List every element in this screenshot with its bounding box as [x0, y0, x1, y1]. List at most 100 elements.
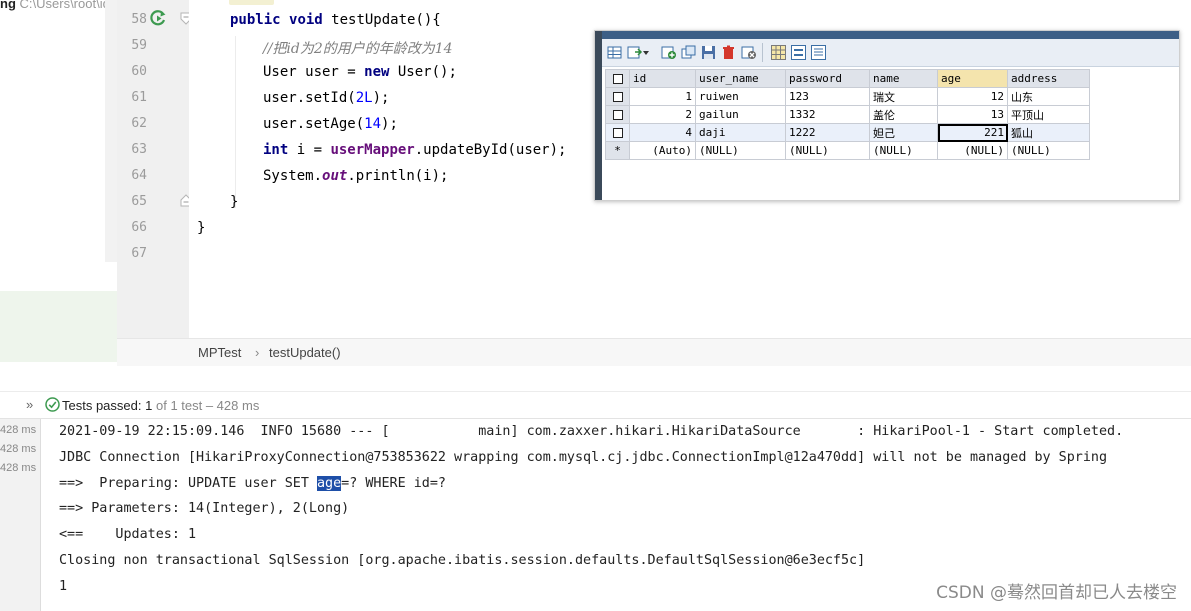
code-line-61[interactable]: user.setId(2L);	[263, 90, 389, 106]
cell-user-name[interactable]: daji	[695, 123, 786, 142]
window-edge	[595, 31, 602, 200]
column-header-user-name[interactable]: user_name	[695, 69, 786, 88]
row-checkbox[interactable]	[605, 123, 630, 142]
breadcrumb: MPTest › testUpdate()	[117, 338, 1191, 366]
cell-name[interactable]: 盖伦	[869, 105, 938, 124]
new-row[interactable]: * (Auto) (NULL) (NULL) (NULL) (NULL) (NU…	[605, 141, 1090, 160]
result-grid[interactable]: id user_name password name age address 1…	[605, 69, 1090, 160]
console-line: 1	[59, 579, 68, 594]
console-line: ==> Parameters: 14(Integer), 2(Long)	[59, 501, 350, 516]
cell-age[interactable]: 12	[937, 87, 1008, 106]
line-number: 62	[131, 116, 147, 131]
code-line-62[interactable]: user.setAge(14);	[263, 116, 398, 132]
line-number: 64	[131, 168, 147, 183]
project-path[interactable]: ng C:\Users\root\id	[0, 0, 110, 11]
cell-address[interactable]: 平顶山	[1007, 105, 1090, 124]
cell-name[interactable]: 妲己	[869, 123, 938, 142]
project-panel: ng C:\Users\root\id	[0, 0, 117, 362]
code-line-64[interactable]: System.out.println(i);	[263, 168, 448, 184]
cell-name[interactable]: 瑞文	[869, 87, 938, 106]
watermark: CSDN @蓦然回首却已人去楼空	[936, 583, 1177, 603]
cell-password[interactable]: 1332	[785, 105, 870, 124]
editor-gutter: 58 59 60 61 62 63 64 65 66 67	[117, 0, 192, 338]
breadcrumb-method[interactable]: testUpdate()	[269, 345, 341, 360]
column-header-address[interactable]: address	[1007, 69, 1090, 88]
code-line-66[interactable]: }	[197, 220, 205, 236]
row-checkbox[interactable]	[605, 105, 630, 124]
line-number: 66	[131, 220, 147, 235]
line-number: 60	[131, 64, 147, 79]
cell-id[interactable]: 2	[629, 105, 696, 124]
cell-user-name[interactable]: gailun	[695, 105, 786, 124]
cell-age-selected[interactable]: 221	[937, 123, 1008, 142]
table-row[interactable]: 4 daji 1222 妲己 221 狐山	[605, 123, 1090, 142]
duration-label: 428 ms	[0, 462, 37, 474]
code-line-65[interactable]: }	[230, 194, 238, 210]
add-row-icon[interactable]	[660, 44, 677, 61]
duration-label: 428 ms	[0, 443, 37, 455]
toolbar-separator	[762, 43, 763, 62]
code-line-58[interactable]: public void testUpdate(){	[230, 12, 441, 28]
line-number: 67	[131, 246, 147, 261]
select-all-checkbox[interactable]	[605, 69, 630, 88]
grid-header-row: id user_name password name age address	[605, 69, 1090, 88]
cell-password[interactable]: 1222	[785, 123, 870, 142]
new-row-marker: *	[605, 141, 630, 160]
annotation-highlight	[229, 0, 274, 5]
cell-age[interactable]: 13	[937, 105, 1008, 124]
cell-id[interactable]: (Auto)	[629, 141, 696, 160]
console-line: Closing non transactional SqlSession [or…	[59, 553, 866, 568]
cell-address[interactable]: 狐山	[1007, 123, 1090, 142]
cell-id[interactable]: 4	[629, 123, 696, 142]
export-icon[interactable]	[626, 44, 643, 61]
cell-password[interactable]: (NULL)	[785, 141, 870, 160]
column-header-age[interactable]: age	[937, 69, 1008, 88]
panel-divider	[105, 0, 117, 262]
db-result-window: id user_name password name age address 1…	[594, 30, 1180, 201]
console-line: JDBC Connection [HikariProxyConnection@7…	[59, 450, 1108, 465]
tests-passed-status: Tests passed: 1 of 1 test – 428 ms	[62, 398, 260, 413]
text-mode-icon[interactable]	[810, 44, 827, 61]
line-number: 58	[131, 12, 147, 27]
console-line: ==> Preparing: UPDATE user SET age=? WHE…	[59, 476, 446, 491]
test-passed-icon	[45, 397, 60, 412]
grid-mode-icon[interactable]	[770, 44, 787, 61]
cell-address[interactable]: (NULL)	[1007, 141, 1090, 160]
column-header-name[interactable]: name	[869, 69, 938, 88]
breadcrumb-class[interactable]: MPTest	[198, 345, 241, 360]
test-results-bar: » Tests passed: 1 of 1 test – 428 ms	[0, 391, 1191, 419]
delete-icon[interactable]	[720, 44, 737, 61]
cell-user-name[interactable]: ruiwen	[695, 87, 786, 106]
expand-chevron-icon[interactable]: »	[26, 397, 33, 412]
table-row[interactable]: 1 ruiwen 123 瑞文 12 山东	[605, 87, 1090, 106]
cell-address[interactable]: 山东	[1007, 87, 1090, 106]
form-mode-icon[interactable]	[790, 44, 807, 61]
grid-toolbar	[602, 39, 1179, 67]
column-header-password[interactable]: password	[785, 69, 870, 88]
row-checkbox[interactable]	[605, 87, 630, 106]
run-test-icon[interactable]	[149, 9, 167, 27]
cell-name[interactable]: (NULL)	[869, 141, 938, 160]
duplicate-row-icon[interactable]	[680, 44, 697, 61]
code-line-59[interactable]: //把id为2的用户的年龄改为14	[263, 38, 453, 58]
table-row[interactable]: 2 gailun 1332 盖伦 13 平顶山	[605, 105, 1090, 124]
cell-age[interactable]: (NULL)	[937, 141, 1008, 160]
selection-highlight	[0, 291, 117, 362]
duration-label: 428 ms	[0, 424, 37, 436]
code-line-60[interactable]: User user = new User();	[263, 64, 457, 80]
line-number: 59	[131, 38, 147, 53]
cell-password[interactable]: 123	[785, 87, 870, 106]
test-durations: 428 ms 428 ms 428 ms	[0, 419, 41, 611]
cell-id[interactable]: 1	[629, 87, 696, 106]
cancel-changes-icon[interactable]	[740, 44, 757, 61]
indent-guide	[235, 36, 236, 208]
grid-view-icon[interactable]	[606, 44, 623, 61]
selected-text[interactable]: age	[316, 476, 342, 491]
cell-user-name[interactable]: (NULL)	[695, 141, 786, 160]
line-number: 63	[131, 142, 147, 157]
code-line-63[interactable]: int i = userMapper.updateById(user);	[263, 142, 566, 158]
column-header-id[interactable]: id	[629, 69, 696, 88]
tab-strip	[602, 31, 1179, 39]
save-icon[interactable]	[700, 44, 717, 61]
dropdown-arrow-icon[interactable]	[642, 44, 650, 61]
